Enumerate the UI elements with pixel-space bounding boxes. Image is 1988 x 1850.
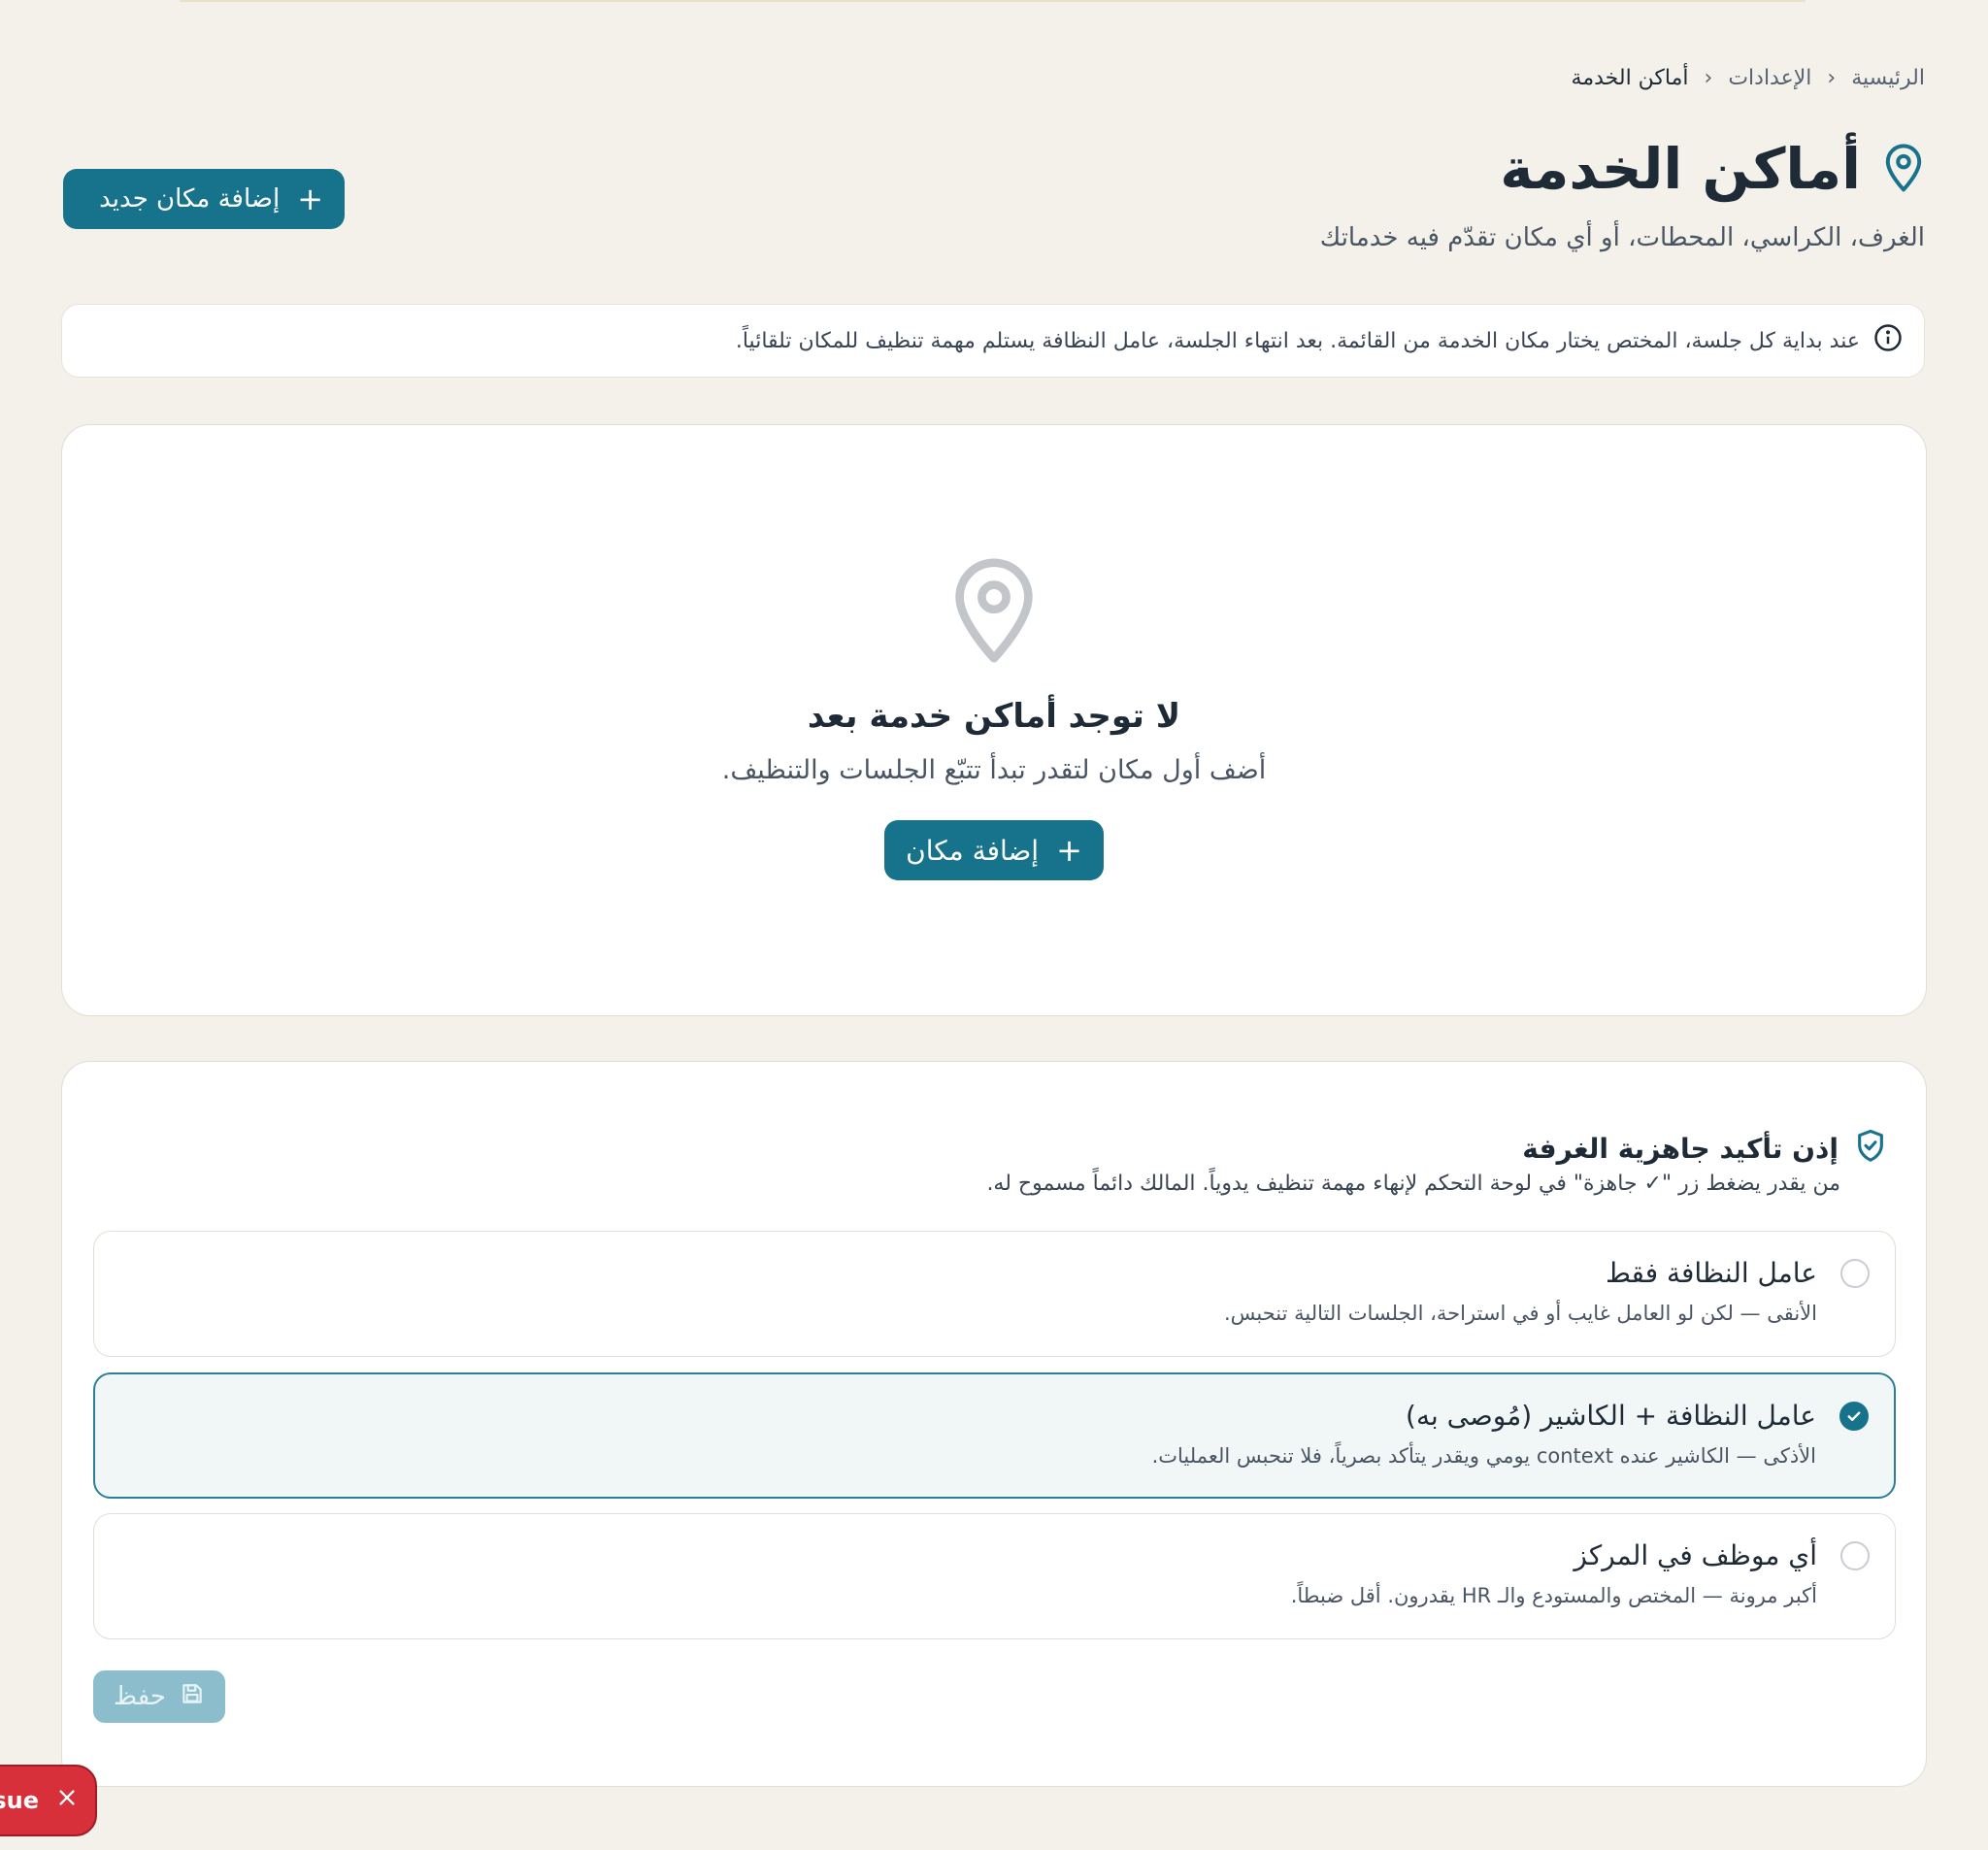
page-header: أماكن الخدمة (1500, 141, 1925, 197)
info-banner: عند بداية كل جلسة، المختص يختار مكان الخ… (61, 304, 1925, 378)
permission-option-cleaner-cashier[interactable]: عامل النظافة + الكاشير (مُوصى به) الأذكى… (93, 1372, 1896, 1499)
save-button[interactable]: حفظ (93, 1670, 225, 1723)
add-new-place-button[interactable]: + إضافة مكان جديد (63, 169, 345, 229)
chevron-left-icon: ‹ (1827, 66, 1837, 90)
permission-option-any-employee[interactable]: أي موظف في المركز أكبر مرونة — المختص وا… (93, 1513, 1896, 1639)
add-new-place-label: إضافة مكان جديد (99, 184, 281, 214)
plus-icon: + (297, 181, 323, 217)
info-icon (1873, 323, 1903, 358)
info-text: عند بداية كل جلسة، المختص يختار مكان الخ… (735, 328, 1860, 353)
issue-label: sue (0, 1787, 39, 1814)
option-description: الأذكى — الكاشير عنده context يومي ويقدر… (1151, 1444, 1816, 1468)
issue-report-button[interactable]: sue (0, 1765, 97, 1836)
room-readiness-permission-card: إذن تأكيد جاهزية الغرفة من يقدر يضغط زر … (61, 1061, 1927, 1787)
breadcrumb-settings[interactable]: الإعدادات (1728, 66, 1811, 90)
option-label: عامل النظافة + الكاشير (مُوصى به) (1406, 1400, 1816, 1432)
save-icon (180, 1681, 205, 1713)
empty-state-card: لا توجد أماكن خدمة بعد أضف أول مكان لتقد… (61, 424, 1927, 1016)
option-label: أي موظف في المركز (1574, 1539, 1817, 1571)
radio-unchecked-icon[interactable] (1840, 1259, 1870, 1288)
page-title: أماكن الخدمة (1500, 136, 1861, 202)
radio-checked-icon[interactable] (1839, 1402, 1869, 1431)
permission-description: من يقدر يضغط زر "✓ جاهزة" في لوحة التحكم… (986, 1172, 1840, 1196)
permission-option-cleaner-only[interactable]: عامل النظافة فقط الأنقى — لكن لو العامل … (93, 1231, 1896, 1357)
plus-icon: + (1056, 832, 1082, 869)
shield-check-icon (1854, 1128, 1887, 1169)
map-pin-icon (62, 551, 1926, 670)
close-icon[interactable] (56, 1787, 78, 1814)
option-label: عامل النظافة فقط (1605, 1257, 1817, 1289)
permission-header: إذن تأكيد جاهزية الغرفة (1522, 1128, 1887, 1169)
empty-state-subtitle: أضف أول مكان لتقدر تبدأ تتبّع الجلسات وا… (721, 755, 1267, 785)
page-subtitle: الغرف، الكراسي، المحطات، أو أي مكان تقدّ… (1319, 223, 1925, 252)
permission-title: إذن تأكيد جاهزية الغرفة (1522, 1132, 1839, 1165)
breadcrumb-current: أماكن الخدمة (1571, 66, 1689, 90)
add-place-button[interactable]: + إضافة مكان (884, 820, 1104, 880)
top-banner-strip (180, 0, 1806, 2)
option-description: الأنقى — لكن لو العامل غايب أو في استراح… (1223, 1302, 1817, 1325)
empty-state-title: لا توجد أماكن خدمة بعد (807, 697, 1181, 736)
breadcrumb-home[interactable]: الرئيسية (1851, 66, 1925, 90)
map-pin-icon (1882, 141, 1925, 197)
breadcrumb: الرئيسية ‹ الإعدادات ‹ أماكن الخدمة (1572, 66, 1925, 90)
add-place-label: إضافة مكان (906, 834, 1040, 867)
save-label: حفظ (114, 1682, 166, 1711)
radio-unchecked-icon[interactable] (1840, 1541, 1870, 1570)
chevron-left-icon: ‹ (1704, 66, 1713, 90)
option-description: أكبر مرونة — المختص والمستودع والـ HR يق… (1290, 1584, 1817, 1607)
